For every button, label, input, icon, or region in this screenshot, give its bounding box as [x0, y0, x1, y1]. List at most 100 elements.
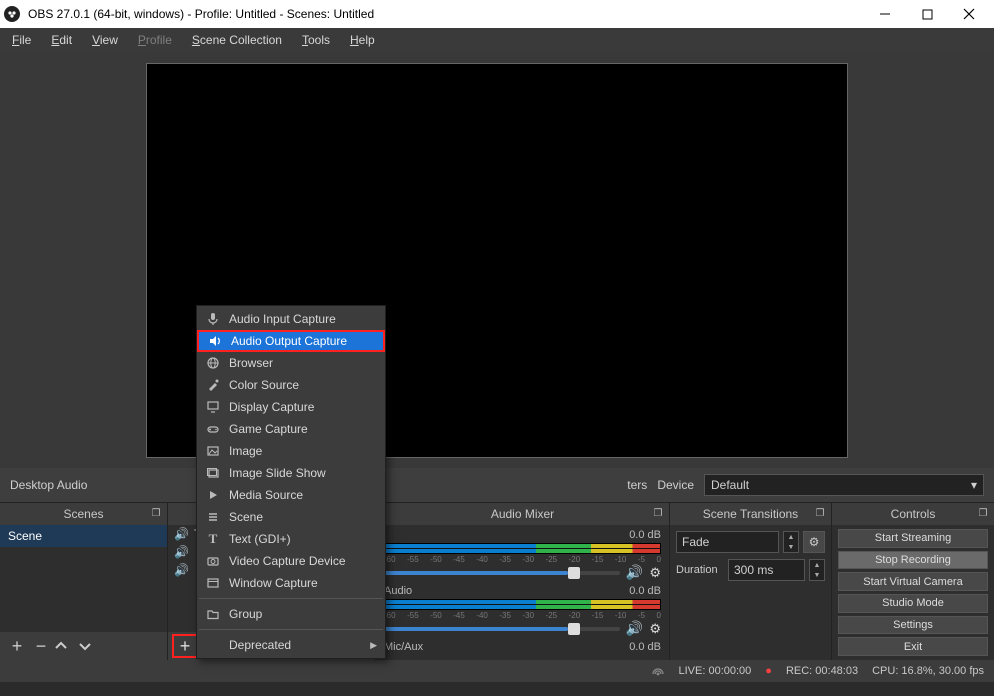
volume-slider[interactable] [384, 627, 620, 631]
slider-thumb[interactable] [568, 623, 580, 635]
scene-remove-button[interactable]: − [30, 636, 52, 657]
stop-recording-button[interactable]: Stop Recording [838, 551, 988, 570]
scene-down-button[interactable] [78, 639, 100, 653]
slider-thumb[interactable] [568, 567, 580, 579]
mixer-header: Audio Mixer ❐ [376, 503, 669, 525]
volume-meter [384, 543, 661, 554]
ctx-audio-input-capture[interactable]: Audio Input Capture [197, 308, 385, 330]
desktop-audio-label: Desktop Audio [10, 478, 160, 492]
ctx-group[interactable]: Group [197, 603, 385, 625]
ctx-media-source[interactable]: Media Source [197, 484, 385, 506]
transition-updown[interactable]: ▲▼ [783, 531, 799, 553]
mute-button[interactable]: 🔊 [626, 564, 643, 581]
transition-select[interactable]: Fade [676, 531, 779, 553]
mute-button[interactable]: 🔊 [626, 620, 643, 637]
chevron-down-icon: ▾ [971, 478, 977, 492]
menu-file[interactable]: File [4, 30, 39, 50]
ctx-label: Media Source [229, 488, 303, 502]
start-streaming-button[interactable]: Start Streaming [838, 529, 988, 548]
menubar: File Edit View Profile Scene Collection … [0, 28, 994, 52]
channel-db: 0.0 dB [629, 641, 661, 653]
close-button[interactable] [948, 0, 990, 28]
volume-slider[interactable] [384, 571, 620, 575]
ctx-window-capture[interactable]: Window Capture [197, 572, 385, 594]
controls-header-label: Controls [891, 507, 936, 521]
ctx-browser[interactable]: Browser [197, 352, 385, 374]
window-icon [205, 576, 221, 590]
scene-tools: + − [0, 632, 167, 660]
channel-name: Audio [384, 585, 412, 597]
exit-button[interactable]: Exit [838, 637, 988, 656]
duration-updown[interactable]: ▲▼ [809, 559, 825, 581]
popout-icon[interactable]: ❐ [976, 506, 990, 520]
filters-button-partial[interactable]: ters [627, 478, 647, 492]
volume-slider-row: 🔊 ⚙ [384, 564, 661, 581]
image-icon [205, 444, 221, 458]
ctx-deprecated[interactable]: Deprecated ▶ [197, 634, 385, 656]
channel-settings-button[interactable]: ⚙ [649, 621, 661, 637]
mixer-channel: Audio 0.0 dB -60-55-50-45-40-35-30-25-20… [384, 585, 661, 637]
controls-dock: Controls ❐ Start Streaming Stop Recordin… [832, 503, 994, 660]
ctx-game-capture[interactable]: Game Capture [197, 418, 385, 440]
scene-item[interactable]: Scene [0, 525, 167, 547]
status-rec: REC: 00:48:03 [786, 665, 858, 677]
source-add-button[interactable]: + [172, 634, 198, 658]
speaker-icon [207, 334, 223, 348]
mixer-body: 0.0 dB -60-55-50-45-40-35-30-25-20-15-10… [376, 525, 669, 660]
transitions-body: Fade ▲▼ ⚙ Duration 300 ms ▲▼ [670, 525, 831, 660]
popout-icon[interactable]: ❐ [651, 506, 665, 520]
transition-settings-button[interactable]: ⚙ [803, 531, 825, 553]
transitions-header-label: Scene Transitions [703, 507, 798, 521]
ctx-display-capture[interactable]: Display Capture [197, 396, 385, 418]
preview-area [0, 52, 994, 468]
ctx-image-slide-show[interactable]: Image Slide Show [197, 462, 385, 484]
start-virtual-camera-button[interactable]: Start Virtual Camera [838, 572, 988, 591]
controls-header: Controls ❐ [832, 503, 994, 525]
minimize-button[interactable] [864, 0, 906, 28]
menu-help[interactable]: Help [342, 30, 383, 50]
volume-meter [384, 599, 661, 610]
folder-icon [205, 607, 221, 621]
duration-input[interactable]: 300 ms [728, 559, 805, 581]
transition-value: Fade [682, 535, 709, 549]
channel-db: 0.0 dB [629, 585, 661, 597]
channel-settings-button[interactable]: ⚙ [649, 565, 661, 581]
meter-ticks: -60-55-50-45-40-35-30-25-20-15-10-50 [384, 555, 661, 564]
ctx-audio-output-capture[interactable]: Audio Output Capture [197, 330, 385, 352]
ctx-label: Browser [229, 356, 273, 370]
menu-edit[interactable]: Edit [43, 30, 80, 50]
device-select[interactable]: Default ▾ [704, 474, 984, 496]
popout-icon[interactable]: ❐ [149, 506, 163, 520]
scene-add-button[interactable]: + [6, 636, 28, 657]
studio-mode-button[interactable]: Studio Mode [838, 594, 988, 613]
scenes-header-label: Scenes [63, 507, 103, 521]
mixer-channel: 0.0 dB -60-55-50-45-40-35-30-25-20-15-10… [384, 529, 661, 581]
settings-button[interactable]: Settings [838, 616, 988, 635]
mixer-channel: Mic/Aux 0.0 dB [384, 641, 661, 653]
ctx-label: Image [229, 444, 262, 458]
speaker-icon: 🔊 [174, 545, 188, 559]
slideshow-icon [205, 466, 221, 480]
scene-up-button[interactable] [54, 639, 76, 653]
duration-value: 300 ms [734, 563, 773, 577]
ctx-video-capture-device[interactable]: Video Capture Device [197, 550, 385, 572]
menu-view[interactable]: View [84, 30, 126, 50]
ctx-label: Video Capture Device [229, 554, 346, 568]
channel-name: Mic/Aux [384, 641, 423, 653]
play-icon [205, 488, 221, 502]
titlebar: OBS 27.0.1 (64-bit, windows) - Profile: … [0, 0, 994, 28]
menu-tools[interactable]: Tools [294, 30, 338, 50]
ctx-color-source[interactable]: Color Source [197, 374, 385, 396]
mixer-header-label: Audio Mixer [491, 507, 554, 521]
menu-profile[interactable]: Profile [130, 30, 180, 50]
menu-scene-collection[interactable]: Scene Collection [184, 30, 290, 50]
maximize-button[interactable] [906, 0, 948, 28]
speaker-icon: 🔊 [174, 563, 188, 577]
ctx-text[interactable]: T Text (GDI+) [197, 528, 385, 550]
transitions-dock: Scene Transitions ❐ Fade ▲▼ ⚙ Duration 3… [670, 503, 832, 660]
ctx-image[interactable]: Image [197, 440, 385, 462]
ctx-label: Text (GDI+) [229, 532, 291, 546]
transitions-header: Scene Transitions ❐ [670, 503, 831, 525]
popout-icon[interactable]: ❐ [813, 506, 827, 520]
ctx-scene[interactable]: Scene [197, 506, 385, 528]
